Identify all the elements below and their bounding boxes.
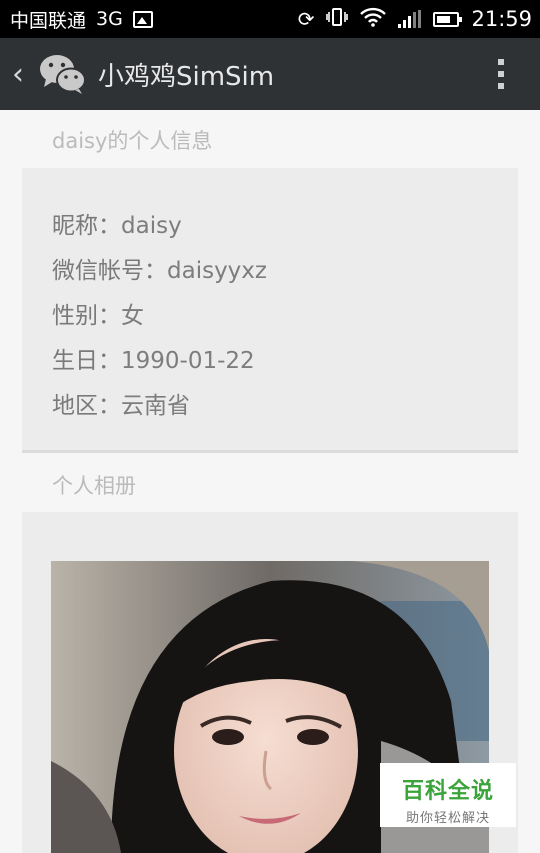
gender-label: 性别： (52, 303, 121, 329)
network-type: 3G (96, 8, 123, 30)
more-vertical-icon[interactable] (498, 59, 504, 89)
gender-value: 女 (121, 303, 144, 329)
watermark-main-text: 百科全说 (401, 779, 494, 804)
watermark-sub-text: 助你轻松解决 (405, 811, 490, 826)
signal-icon (398, 10, 422, 28)
chat-title: 小鸡鸡SimSim (98, 61, 275, 92)
nickname-row: 昵称：daisy (52, 206, 182, 240)
wechat-id-label: 微信帐号： (52, 258, 167, 284)
action-bar: ‹ 小鸡鸡SimSim (0, 38, 540, 110)
wechat-icon (38, 52, 88, 96)
watermark-logo: 百科全说 助你轻松解决 (380, 763, 516, 827)
birthday-label: 生日： (52, 348, 121, 374)
vibrate-icon (326, 7, 349, 31)
battery-icon (433, 11, 463, 27)
gender-row: 性别：女 (52, 296, 144, 330)
carrier-name: 中国联通 (10, 9, 87, 32)
region-value: 云南省 (121, 393, 190, 419)
wechat-id-row: 微信帐号：daisyyxz (52, 251, 267, 285)
nickname-value: daisy (121, 213, 182, 239)
profile-card: 昵称：daisy 微信帐号：daisyyxz 性别：女 生日：1990-01-2… (22, 168, 518, 450)
image-icon (132, 10, 153, 28)
region-row: 地区：云南省 (52, 386, 190, 420)
status-bar: 中国联通 3G ⟳ 21:59 (0, 0, 540, 38)
birthday-value: 1990-01-22 (121, 348, 255, 374)
back-icon[interactable]: ‹ (12, 57, 32, 92)
clock: 21:59 (471, 7, 532, 31)
sync-icon: ⟳ (297, 7, 315, 31)
nickname-label: 昵称： (52, 213, 121, 239)
section-divider (22, 450, 518, 453)
region-label: 地区： (52, 393, 121, 419)
wechat-id-value: daisyyxz (167, 258, 267, 284)
birthday-row: 生日：1990-01-22 (52, 341, 255, 375)
wifi-icon (360, 7, 387, 31)
profile-section-title: daisy的个人信息 (52, 129, 213, 153)
album-section-title: 个人相册 (52, 474, 136, 498)
